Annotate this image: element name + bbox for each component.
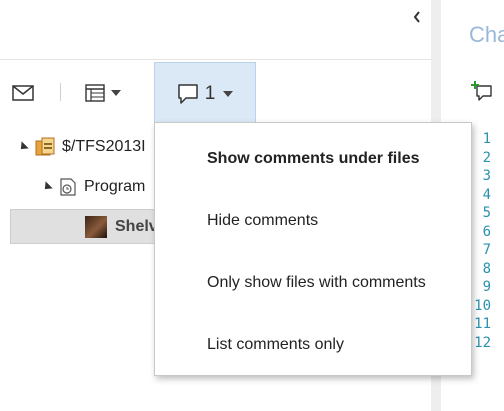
menu-item-list-comments-only[interactable]: List comments only — [155, 323, 471, 367]
tree-item-label: Shelv — [115, 217, 158, 235]
pane-title: Cha — [469, 22, 504, 47]
chevron-down-icon — [111, 90, 121, 96]
email-button[interactable] — [6, 62, 40, 124]
comments-dropdown-menu: Show comments under files Hide comments … — [154, 122, 472, 376]
comment-count: 1 — [204, 82, 216, 104]
table-view-icon — [85, 84, 105, 102]
menu-item-hide-comments[interactable]: Hide comments — [155, 199, 471, 243]
collapse-pane-button[interactable] — [410, 10, 424, 30]
pending-change-folder-icon — [60, 178, 76, 196]
toolbar-separator — [60, 83, 61, 101]
chevron-left-icon — [413, 11, 420, 23]
comments-dropdown-button[interactable]: 1 — [154, 62, 256, 124]
menu-item-only-files-with-comments[interactable]: Only show files with comments — [155, 261, 471, 305]
expand-arrow-icon[interactable] — [41, 181, 53, 193]
expand-arrow-icon[interactable] — [17, 141, 29, 153]
left-header — [0, 0, 431, 60]
mail-icon — [12, 85, 34, 101]
avatar — [85, 215, 107, 238]
chevron-down-icon — [223, 90, 234, 97]
comment-icon — [177, 83, 198, 104]
server-folder-icon — [35, 137, 55, 156]
add-comment-icon[interactable] — [471, 80, 493, 102]
tree-item-label: Program — [84, 178, 146, 195]
view-options-button[interactable] — [78, 62, 128, 124]
tree-item-label: $/TFS2013I — [62, 138, 146, 155]
menu-item-show-comments-under-files[interactable]: Show comments under files — [155, 137, 471, 181]
